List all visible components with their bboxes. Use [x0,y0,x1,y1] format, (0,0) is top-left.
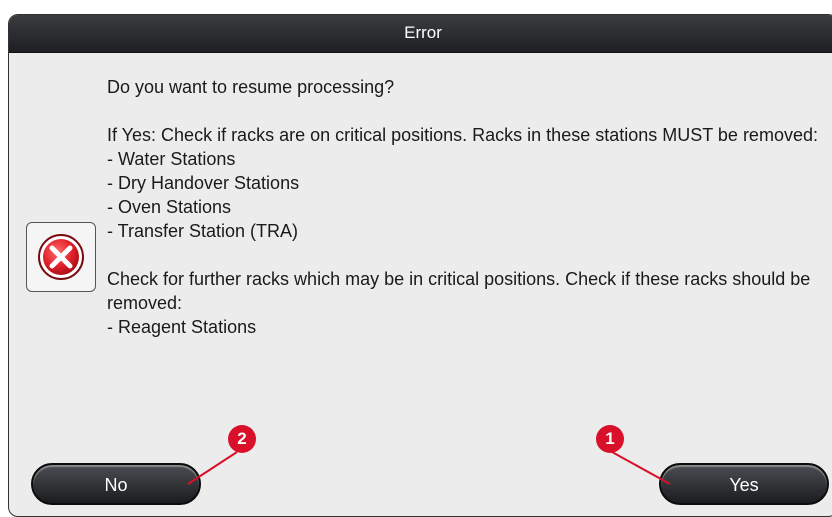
list-item: - Dry Handover Stations [107,173,300,193]
callout-no-button: 2 [228,425,256,453]
message-question: Do you want to resume processing? [107,77,395,97]
message-yes-intro: If Yes: Check if racks are on critical p… [107,125,818,145]
no-button[interactable]: No [31,463,201,505]
dialog-title: Error [404,23,442,42]
list-item: - Transfer Station (TRA) [107,221,299,241]
callout-yes-button: 1 [596,425,624,453]
error-x-icon [38,234,84,280]
dialog-titlebar: Error [9,15,832,53]
error-icon-frame [26,222,96,292]
error-dialog: Error Do you want to resume processing? … [8,14,832,517]
message-further-intro: Check for further racks which may be in … [107,269,811,313]
dialog-message: Do you want to resume processing? If Yes… [107,75,832,339]
list-item: - Reagent Stations [107,317,257,337]
list-item: - Oven Stations [107,197,232,217]
yes-button[interactable]: Yes [659,463,829,505]
list-item: - Water Stations [107,149,236,169]
